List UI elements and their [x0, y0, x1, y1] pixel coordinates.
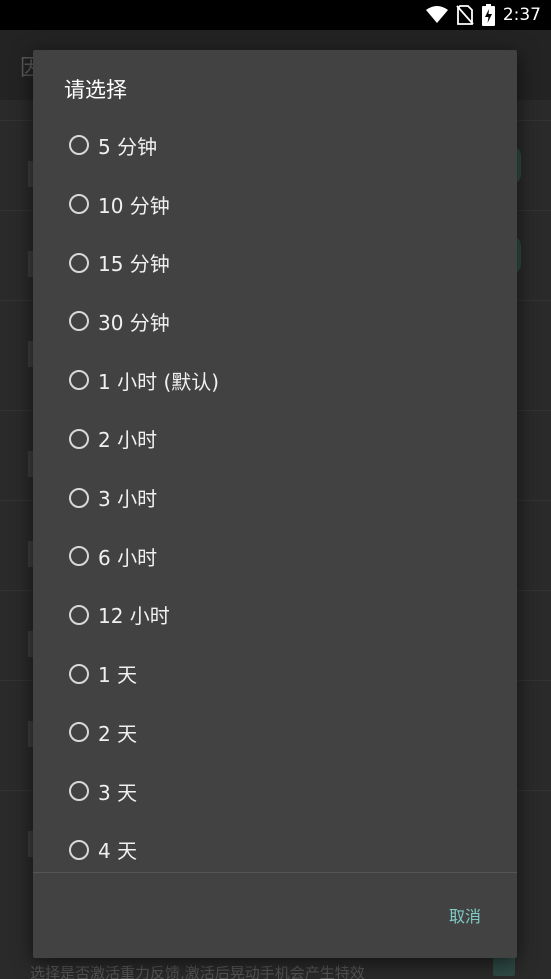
battery-charging-icon — [481, 4, 495, 26]
option-6-hours[interactable]: 6 小时 — [33, 527, 517, 586]
option-label: 10 分钟 — [98, 193, 170, 218]
status-time: 2:37 — [502, 5, 541, 25]
radio-icon[interactable] — [69, 252, 89, 273]
option-label: 3 小时 — [98, 487, 158, 512]
option-label: 15 分钟 — [98, 252, 170, 277]
option-4-days[interactable]: 4 天 — [33, 820, 517, 872]
option-label: 1 天 — [98, 663, 138, 688]
option-5-minutes[interactable]: 5 分钟 — [33, 116, 517, 175]
radio-icon[interactable] — [69, 135, 89, 156]
option-label: 3 天 — [98, 780, 138, 805]
radio-icon[interactable] — [69, 370, 89, 391]
option-1-hour-default[interactable]: 1 小时 (默认) — [33, 351, 517, 410]
option-label: 30 分钟 — [98, 310, 170, 335]
option-label: 1 小时 (默认) — [98, 369, 220, 394]
option-12-hours[interactable]: 12 小时 — [33, 586, 517, 645]
option-1-day[interactable]: 1 天 — [33, 644, 517, 703]
wifi-icon — [425, 6, 448, 24]
select-dialog: 请选择 5 分钟 10 分钟 15 分钟 30 分钟 1 小时 (默认) 2 小… — [33, 50, 517, 958]
radio-icon[interactable] — [69, 722, 89, 743]
option-2-hours[interactable]: 2 小时 — [33, 410, 517, 469]
option-10-minutes[interactable]: 10 分钟 — [33, 175, 517, 234]
option-15-minutes[interactable]: 15 分钟 — [33, 233, 517, 292]
cancel-button[interactable]: 取消 — [449, 903, 481, 927]
radio-icon[interactable] — [69, 194, 89, 215]
options-list[interactable]: 5 分钟 10 分钟 15 分钟 30 分钟 1 小时 (默认) 2 小时 3 … — [33, 116, 517, 872]
option-3-days[interactable]: 3 天 — [33, 762, 517, 821]
option-30-minutes[interactable]: 30 分钟 — [33, 292, 517, 351]
radio-icon[interactable] — [69, 311, 89, 332]
background-description: 选择是否激活重力反馈,激活后晃动手机会产生特效 — [30, 964, 365, 979]
radio-icon[interactable] — [69, 839, 89, 860]
option-label: 12 小时 — [98, 604, 170, 629]
radio-icon[interactable] — [69, 663, 89, 684]
status-bar: 2:37 — [0, 0, 551, 30]
option-label: 5 分钟 — [98, 134, 158, 159]
radio-icon[interactable] — [69, 781, 89, 802]
no-sim-icon — [456, 5, 474, 25]
radio-icon[interactable] — [69, 546, 89, 567]
dialog-title: 请选择 — [64, 78, 127, 102]
option-3-hours[interactable]: 3 小时 — [33, 468, 517, 527]
radio-icon[interactable] — [69, 604, 89, 625]
option-2-days[interactable]: 2 天 — [33, 703, 517, 762]
option-label: 6 小时 — [98, 545, 158, 570]
radio-icon[interactable] — [69, 428, 89, 449]
option-label: 2 天 — [98, 721, 138, 746]
option-label: 4 天 — [98, 839, 138, 864]
radio-icon[interactable] — [69, 487, 89, 508]
dialog-divider — [33, 872, 517, 873]
option-label: 2 小时 — [98, 428, 158, 453]
